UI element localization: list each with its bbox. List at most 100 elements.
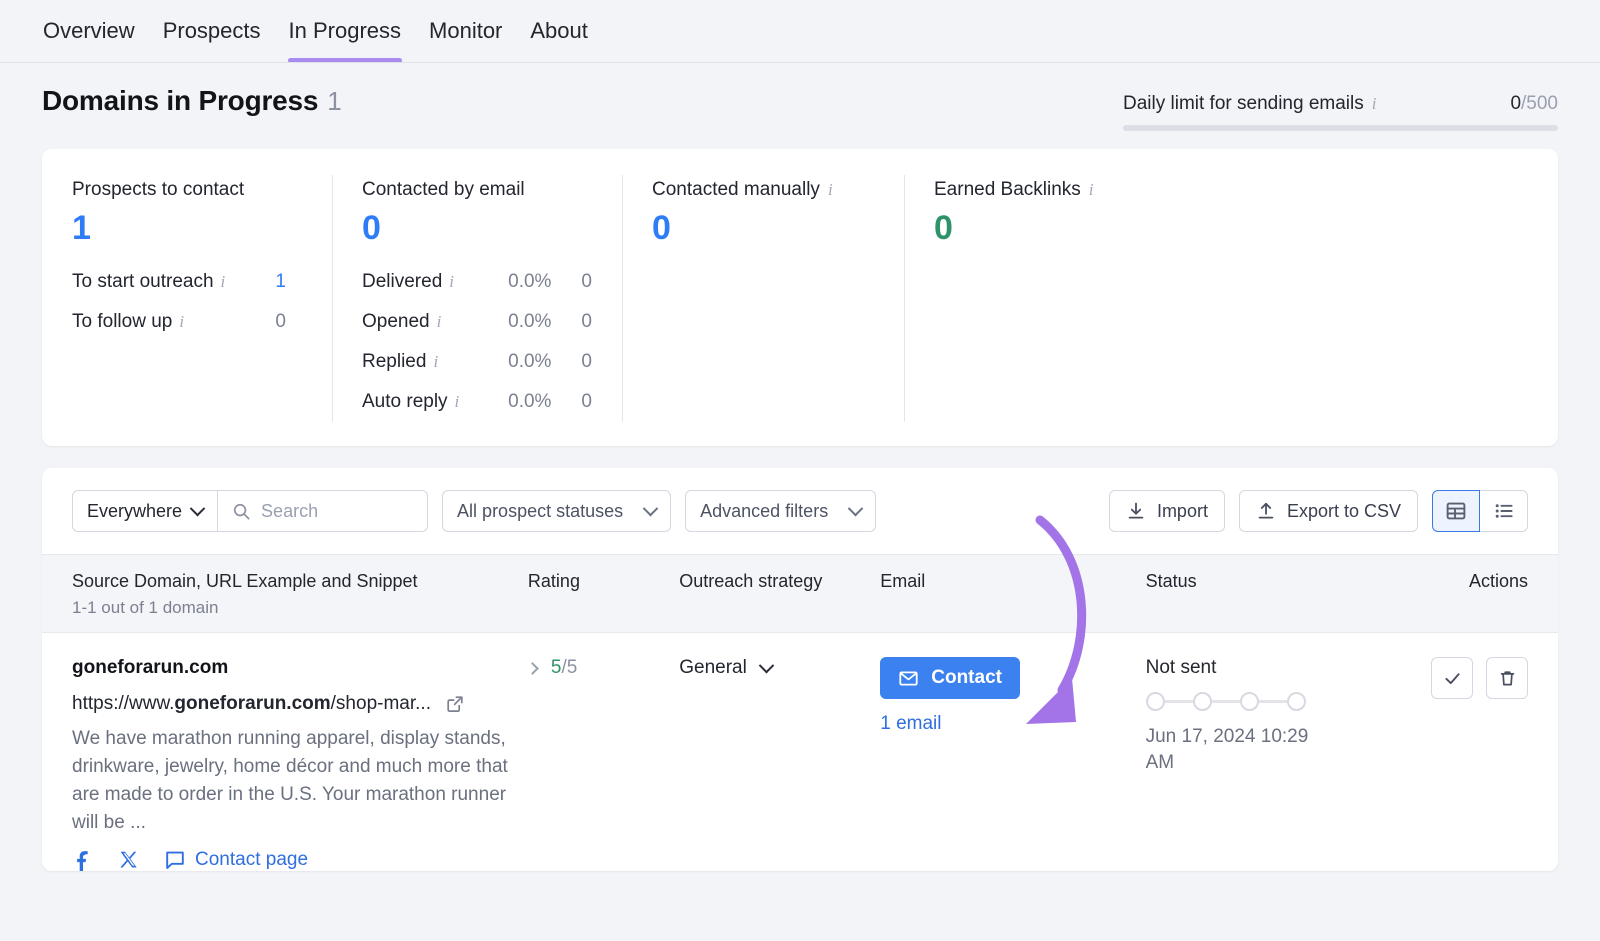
tab-overview[interactable]: Overview [42, 18, 136, 61]
info-icon-earned-backlinks[interactable]: i [1089, 181, 1094, 198]
chevron-right-icon[interactable] [526, 662, 539, 675]
email-count-link[interactable]: 1 email [880, 713, 1145, 735]
info-icon-to-follow-up[interactable]: i [179, 313, 184, 330]
status-step-connector [1165, 700, 1193, 703]
export-label: Export to CSV [1287, 501, 1401, 522]
stat-row-to-start-outreach: To start outreach i 1 [72, 271, 302, 311]
stat-row-label: Auto reply [362, 391, 448, 413]
x-twitter-icon[interactable] [118, 849, 140, 871]
tab-prospects[interactable]: Prospects [162, 18, 262, 61]
stat-value: 0 [934, 210, 1174, 247]
search-placeholder: Search [261, 501, 318, 522]
info-icon-daily-limit[interactable]: i [1372, 95, 1377, 112]
social-links: Contact page [72, 849, 528, 871]
row-actions [1431, 657, 1558, 699]
chevron-down-icon [190, 500, 206, 516]
search-group: Everywhere Search [72, 490, 428, 532]
stat-value: 0 [362, 210, 592, 247]
stat-row-percent: 0.0% [480, 351, 551, 373]
info-icon-auto-reply[interactable]: i [455, 393, 460, 410]
status-step-1 [1146, 692, 1165, 711]
stat-row-label: Replied [362, 351, 426, 373]
tab-monitor[interactable]: Monitor [428, 18, 503, 61]
delete-button[interactable] [1486, 657, 1528, 699]
view-toggle-group [1432, 490, 1528, 532]
daily-limit-total: /500 [1521, 93, 1558, 114]
snippet-text: We have marathon running apparel, displa… [72, 725, 512, 837]
info-icon-delivered[interactable]: i [449, 273, 454, 290]
stat-row-label: Delivered [362, 271, 442, 293]
url-text[interactable]: https://www.goneforarun.com/shop-mar... [72, 693, 431, 715]
cell-rating: 5/5 [528, 633, 679, 872]
export-csv-button[interactable]: Export to CSV [1239, 490, 1418, 532]
stat-row-opened: Opened i 0.0% 0 [362, 311, 592, 351]
outreach-strategy-label: General [679, 657, 747, 679]
url-domain: goneforarun.com [174, 693, 330, 714]
stat-value: 1 [72, 210, 302, 247]
rating-score: 5 [551, 657, 562, 678]
advanced-filters-dropdown[interactable]: Advanced filters [685, 490, 876, 532]
column-header-status: Status [1146, 555, 1431, 633]
stat-value: 0 [652, 210, 874, 247]
table-body: goneforarun.com https://www.goneforarun.… [42, 633, 1558, 872]
daily-limit-progress-bar [1123, 125, 1558, 131]
column-header-source: Source Domain, URL Example and Snippet 1… [42, 555, 528, 633]
stat-title-label: Contacted manually [652, 179, 820, 201]
cell-status: Not sent Jun 17, 2024 10:29 AM [1146, 633, 1431, 872]
status-label: Not sent [1146, 657, 1431, 679]
stat-row-value: 0 [551, 271, 592, 293]
column-header-source-label: Source Domain, URL Example and Snippet [72, 571, 418, 591]
facebook-icon[interactable] [72, 849, 94, 871]
status-filter-dropdown[interactable]: All prospect statuses [442, 490, 671, 532]
stat-row-value: 0 [244, 311, 286, 333]
search-input[interactable]: Search [218, 490, 428, 532]
list-view-button[interactable] [1480, 490, 1528, 532]
list-icon [1493, 500, 1515, 522]
check-icon [1442, 668, 1463, 689]
advanced-filters-label: Advanced filters [700, 501, 828, 522]
page-title-text: Domains in Progress [42, 85, 318, 116]
stat-title-label: Contacted by email [362, 179, 525, 201]
tab-about[interactable]: About [529, 18, 589, 61]
daily-limit-value: 0/500 [1510, 93, 1558, 115]
download-icon [1126, 501, 1146, 521]
stat-row-label: To follow up [72, 311, 172, 333]
stat-row-label: Opened [362, 311, 430, 333]
primary-nav: Overview Prospects In Progress Monitor A… [0, 0, 1600, 63]
status-step-2 [1193, 692, 1212, 711]
table-grid-icon [1445, 500, 1467, 522]
daily-limit-widget: Daily limit for sending emails i 0/500 [1123, 85, 1558, 131]
envelope-icon [898, 668, 919, 689]
info-icon-contacted-manually[interactable]: i [828, 181, 833, 198]
outreach-strategy-dropdown[interactable]: General [679, 657, 880, 679]
stat-row-replied: Replied i 0.0% 0 [362, 351, 592, 391]
status-step-4 [1287, 692, 1306, 711]
stat-row-percent: 0.0% [480, 271, 551, 293]
tab-in-progress[interactable]: In Progress [288, 18, 403, 61]
table-view-button[interactable] [1432, 490, 1480, 532]
chevron-down-icon [848, 500, 864, 516]
stat-row-to-follow-up: To follow up i 0 [72, 311, 302, 351]
page-title-count: 1 [327, 86, 341, 116]
import-button[interactable]: Import [1109, 490, 1225, 532]
rating-max: /5 [562, 657, 578, 678]
mark-done-button[interactable] [1431, 657, 1473, 699]
domain-name[interactable]: goneforarun.com [72, 657, 528, 679]
prospects-table-card: Everywhere Search All prospect statuses … [42, 468, 1558, 871]
stat-title-label: Earned Backlinks [934, 179, 1081, 201]
daily-limit-label: Daily limit for sending emails [1123, 93, 1364, 115]
contact-page-link[interactable]: Contact page [164, 849, 308, 871]
info-icon-replied[interactable]: i [433, 353, 438, 370]
stat-earned-backlinks: Earned Backlinks i 0 [904, 179, 1204, 420]
stat-row-percent: 0.0% [480, 311, 551, 333]
info-icon-to-start-outreach[interactable]: i [221, 273, 226, 290]
stats-card: Prospects to contact 1 To start outreach… [42, 149, 1558, 446]
scope-dropdown[interactable]: Everywhere [72, 490, 218, 532]
status-step-connector [1212, 700, 1240, 703]
external-link-icon[interactable] [445, 694, 465, 714]
contact-button[interactable]: Contact [880, 657, 1020, 699]
info-icon-opened[interactable]: i [437, 313, 442, 330]
url-line: https://www.goneforarun.com/shop-mar... [72, 693, 528, 715]
message-bubble-icon [164, 849, 186, 871]
page-title: Domains in Progress 1 [42, 85, 342, 117]
